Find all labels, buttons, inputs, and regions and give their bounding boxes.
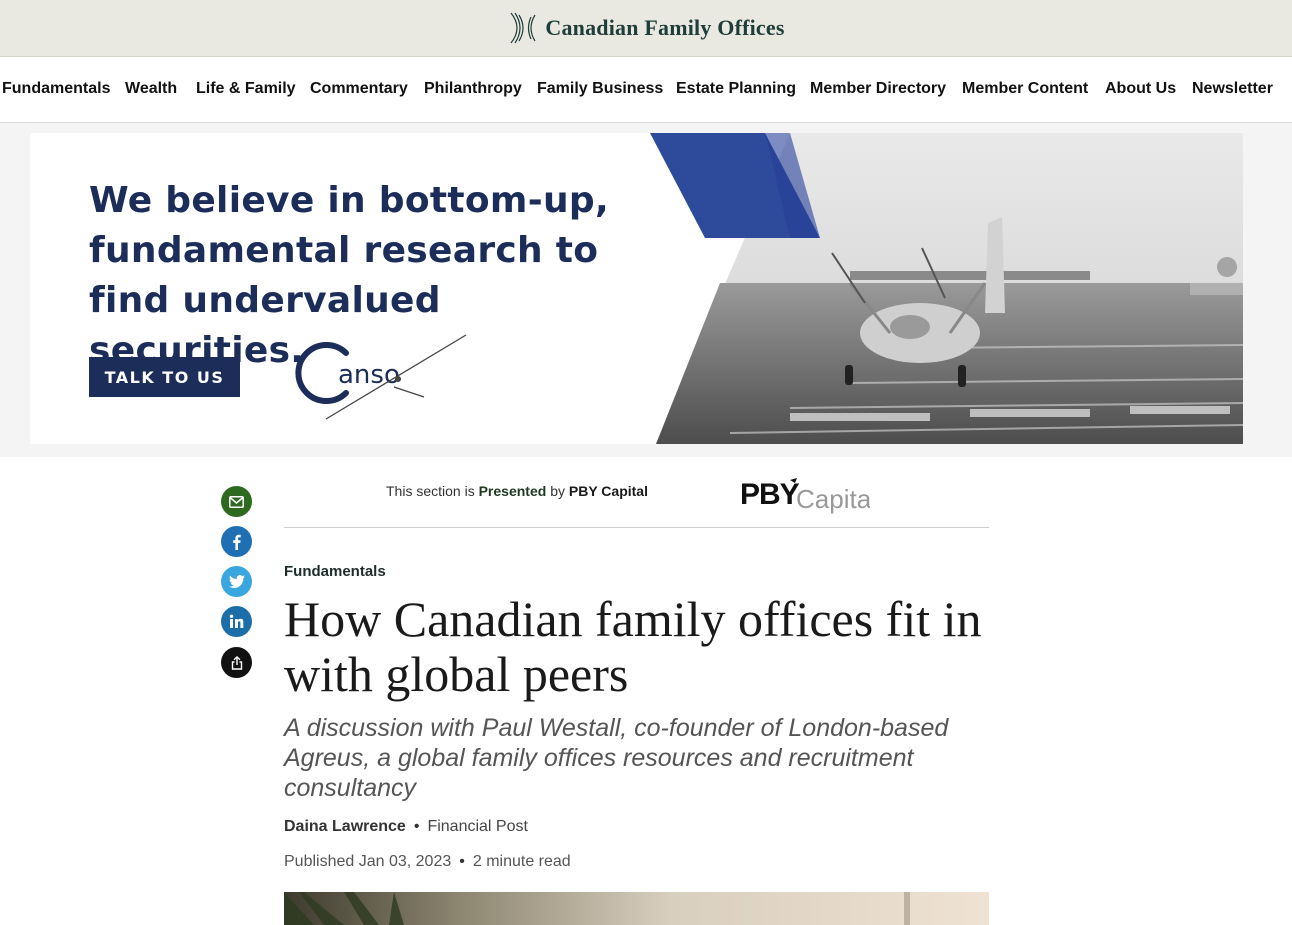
twitter-share-button[interactable] [221, 566, 252, 597]
pby-logo-light: Capital [796, 484, 870, 514]
linkedin-share-button[interactable] [221, 606, 252, 637]
canso-logo-text: anso [338, 360, 400, 390]
email-share-button[interactable] [221, 486, 252, 517]
sponsor-prefix: This section is [386, 483, 475, 499]
nav-item-wealth[interactable]: Wealth [125, 80, 177, 98]
nav-item-family-business[interactable]: Family Business [537, 80, 663, 98]
canso-logo-icon: anso [295, 334, 467, 420]
article-category[interactable]: Fundamentals [284, 563, 386, 580]
sponsor-line: This section is Presented by PBY Capital [386, 483, 648, 499]
share-icon [231, 655, 242, 670]
meta-separator: • [459, 853, 465, 870]
more-share-button[interactable] [221, 647, 252, 678]
email-icon [229, 495, 244, 508]
talk-to-us-button[interactable]: TALK TO US [89, 357, 240, 397]
site-header: Canadian Family Offices [0, 0, 1292, 57]
sponsor-by: by [550, 483, 565, 499]
article-dek: A discussion with Paul Westall, co-found… [284, 714, 949, 802]
pby-logo-bold: PBY [740, 478, 800, 511]
publication-name: Financial Post [427, 818, 528, 835]
publish-date: Published Jan 03, 2023 [284, 853, 452, 870]
article-hero-image [284, 892, 989, 925]
article-title: How Canadian family offices fit in with … [284, 591, 982, 702]
read-time: 2 minute read [472, 853, 571, 870]
presented-link[interactable]: Presented [479, 483, 547, 499]
article-byline: Daina Lawrence • Financial Post [284, 818, 528, 836]
nav-item-member-content[interactable]: Member Content [962, 80, 1088, 98]
site-title: Canadian Family Offices [545, 15, 785, 40]
main-nav: Fundamentals Wealth Life & Family Commen… [0, 57, 1292, 123]
nav-item-newsletter[interactable]: Newsletter [1192, 80, 1273, 98]
facebook-icon [233, 534, 241, 550]
byline-separator: • [413, 818, 420, 835]
nav-item-about-us[interactable]: About Us [1105, 80, 1176, 98]
facebook-share-button[interactable] [221, 526, 252, 557]
linkedin-icon [229, 614, 244, 628]
nav-item-estate-planning[interactable]: Estate Planning [676, 80, 796, 98]
site-logo[interactable]: Canadian Family Offices [507, 11, 784, 45]
canso-ad-banner[interactable]: We believe in bottom-up, fundamental res… [30, 133, 1243, 444]
nav-item-fundamentals[interactable]: Fundamentals [2, 80, 110, 98]
nav-item-member-directory[interactable]: Member Directory [810, 80, 946, 98]
twitter-icon [228, 575, 245, 588]
nav-item-philanthropy[interactable]: Philanthropy [424, 80, 522, 98]
fan-lines-logo-icon [510, 12, 536, 44]
nav-item-commentary[interactable]: Commentary [310, 80, 408, 98]
sponsor-name: PBY Capital [568, 483, 648, 499]
pby-capital-logo[interactable]: PBY Capital [740, 472, 870, 516]
section-sponsor: This section is Presented by PBY Capital… [284, 468, 989, 528]
ad-container: We believe in bottom-up, fundamental res… [0, 123, 1292, 457]
nav-item-life-family[interactable]: Life & Family [196, 80, 296, 98]
publish-meta: Published Jan 03, 2023 • 2 minute read [284, 853, 571, 871]
author-name[interactable]: Daina Lawrence [284, 818, 406, 835]
